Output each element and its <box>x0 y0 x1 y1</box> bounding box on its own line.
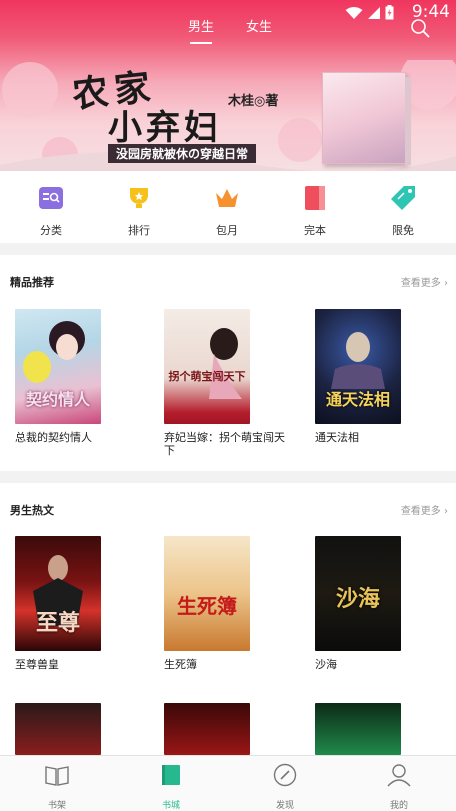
app-screen: 9:44 男生 女生 农家 小弃妇 木桂◎著 没园房就被休の穿越日常 分类 排行… <box>0 0 456 811</box>
cover-title: 拐个萌宝闯天下 <box>168 370 246 383</box>
book-cover: 沙海 <box>315 536 401 651</box>
view-more-label: 查看更多 <box>400 506 441 517</box>
divider <box>0 471 456 483</box>
book-title: 沙海 <box>315 658 337 671</box>
category-label: 包月 <box>216 224 238 237</box>
cover-art <box>209 328 242 399</box>
trophy-icon <box>130 188 148 208</box>
category-label: 分类 <box>40 224 62 237</box>
book-card[interactable] <box>164 703 279 755</box>
category-finished[interactable]: 完本 <box>285 185 345 238</box>
nav-profile[interactable]: 我的 <box>369 762 429 811</box>
cover-title: 通天法相 <box>325 390 390 409</box>
nav-discover[interactable]: 发现 <box>255 762 315 811</box>
bookshelf-icon <box>45 766 69 786</box>
nav-bookshelf[interactable]: 书架 <box>27 762 87 811</box>
book-cover: 拐个萌宝闯天下 <box>164 309 250 424</box>
book-title: 弃妃当嫁：拐个萌宝闯天下 <box>164 431 285 457</box>
profile-icon <box>387 764 411 787</box>
section-hot-male-header: 男生热文 查看更多 › <box>0 502 456 526</box>
crown-icon <box>216 189 238 207</box>
nav-label: 书架 <box>47 801 66 811</box>
header-banner: 9:44 男生 女生 农家 小弃妇 木桂◎著 没园房就被休の穿越日常 <box>0 0 456 171</box>
search-icon[interactable] <box>410 18 430 38</box>
cover-title: 沙海 <box>335 586 380 612</box>
cover-title: 契约情人 <box>25 390 90 409</box>
book-icon <box>305 186 325 210</box>
category-classify[interactable]: 分类 <box>21 185 81 238</box>
category-row: 分类 排行 包月 完本 限免 <box>0 171 456 243</box>
book-cover <box>315 703 401 755</box>
book-card[interactable]: 通天法相 通天法相 <box>315 309 430 444</box>
category-ranking[interactable]: 排行 <box>109 185 169 238</box>
book-cover: 至尊 <box>15 536 101 651</box>
book-cover <box>15 703 101 755</box>
book-cover <box>164 703 250 755</box>
category-label: 完本 <box>304 224 326 237</box>
view-more-link[interactable]: 查看更多 › <box>401 274 448 289</box>
nav-label: 我的 <box>389 801 408 811</box>
category-label: 限免 <box>392 224 414 237</box>
banner-book-cover <box>322 72 411 165</box>
tab-female[interactable]: 女生 <box>246 16 272 35</box>
gender-tabs: 男生 女生 <box>0 16 456 46</box>
book-cover: 生死簿 <box>164 536 250 651</box>
nav-label: 发现 <box>275 801 294 811</box>
banner-author: 木桂◎著 <box>228 94 279 109</box>
bookstore-icon <box>162 765 180 785</box>
category-search-icon <box>39 187 63 209</box>
book-card[interactable] <box>315 703 430 755</box>
book-cover: 通天法相 <box>315 309 401 424</box>
cover-title: 至尊 <box>35 610 80 636</box>
book-title: 总裁的契约情人 <box>15 431 92 444</box>
nav-label: 书城 <box>161 801 180 811</box>
compass-icon <box>273 763 297 787</box>
section-title: 精品推荐 <box>10 276 54 289</box>
divider <box>0 243 456 255</box>
book-title: 生死簿 <box>164 658 197 671</box>
book-title: 通天法相 <box>315 431 359 444</box>
nav-bookstore[interactable]: 书城 <box>141 762 201 811</box>
book-card[interactable]: 沙海 沙海 <box>315 536 430 671</box>
section-title: 男生热文 <box>10 504 54 517</box>
cover-title: 生死簿 <box>177 594 237 618</box>
book-card[interactable]: 生死簿 生死簿 <box>164 536 279 671</box>
bottom-navigation: 书架 书城 发现 我的 <box>0 755 456 811</box>
tag-icon <box>391 186 415 210</box>
tab-male[interactable]: 男生 <box>188 16 214 44</box>
banner-title-line2: 小弃妇 <box>108 108 222 148</box>
category-free[interactable]: 限免 <box>373 185 433 238</box>
section-featured-header: 精品推荐 查看更多 › <box>0 274 456 298</box>
book-card[interactable]: 至尊 至尊兽皇 <box>15 536 130 671</box>
view-more-link[interactable]: 查看更多 › <box>401 502 448 517</box>
banner-subtitle: 没园房就被休の穿越日常 <box>108 144 257 163</box>
book-card[interactable]: 拐个萌宝闯天下 弃妃当嫁：拐个萌宝闯天下 <box>164 309 285 457</box>
view-more-label: 查看更多 <box>400 278 441 289</box>
book-card[interactable]: 契约情人 总裁的契约情人 <box>15 309 130 444</box>
book-card[interactable] <box>15 703 130 755</box>
category-monthly[interactable]: 包月 <box>197 185 257 238</box>
book-title: 至尊兽皇 <box>15 658 59 671</box>
book-cover: 契约情人 <box>15 309 101 424</box>
category-label: 排行 <box>128 224 150 237</box>
